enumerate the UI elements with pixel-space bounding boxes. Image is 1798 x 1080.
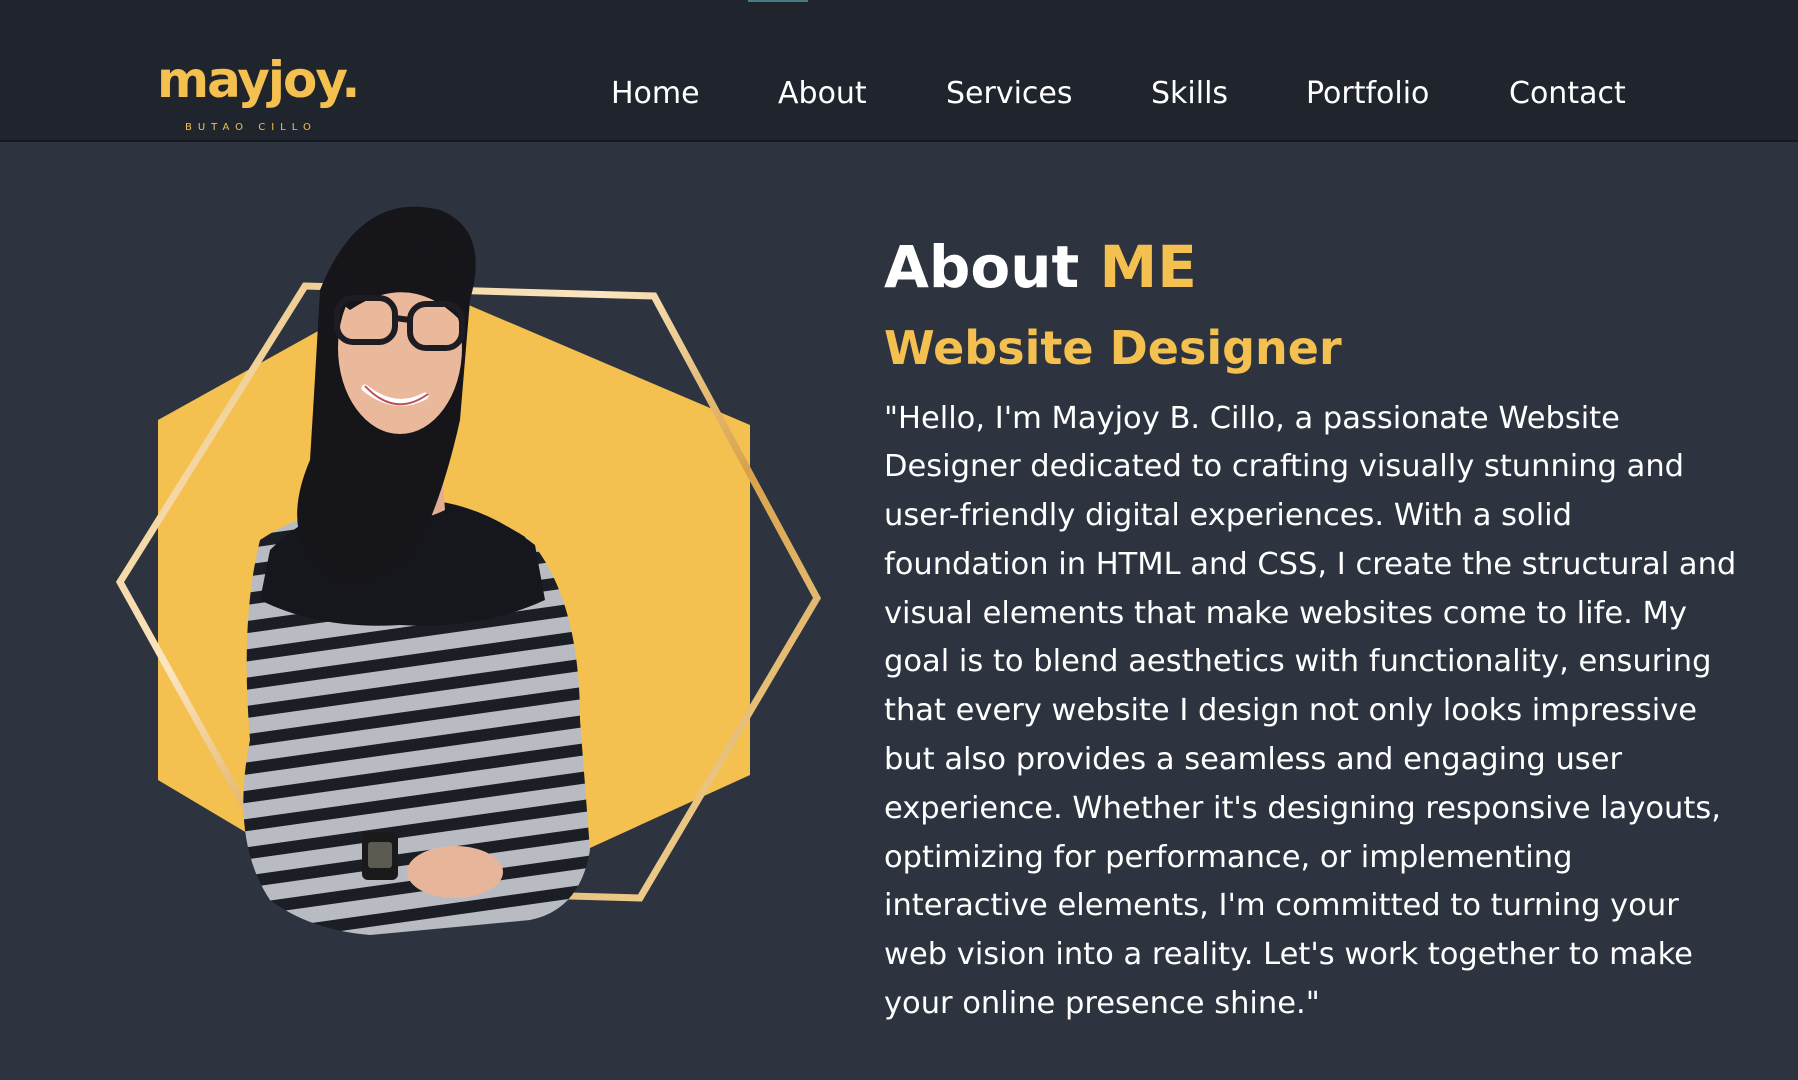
site-header: mayjoy. BUTAO CILLO Home About Services …: [0, 0, 1798, 142]
header-accent-line: [748, 0, 808, 2]
nav-contact[interactable]: Contact: [1509, 76, 1626, 112]
portrait-illustration: [115, 206, 822, 935]
about-paragraph: "Hello, I'm Mayjoy B. Cillo, a passionat…: [884, 400, 1737, 1022]
about-heading-prefix: About: [884, 232, 1080, 301]
logo-wordmark: mayjoy.: [157, 51, 360, 109]
profile-portrait: [110, 200, 830, 940]
logo-tagline: BUTAO CILLO: [185, 122, 317, 133]
about-subtitle: Website Designer: [884, 321, 1342, 376]
nav-about[interactable]: About: [778, 76, 867, 112]
person-hand: [407, 846, 503, 898]
nav-services[interactable]: Services: [946, 76, 1073, 112]
about-heading-accent: ME: [1099, 232, 1197, 301]
site-logo[interactable]: mayjoy. BUTAO CILLO: [157, 51, 360, 135]
nav-portfolio[interactable]: Portfolio: [1306, 76, 1429, 112]
nav-skills[interactable]: Skills: [1151, 76, 1228, 112]
about-heading: About ME: [884, 235, 1197, 299]
nav-home[interactable]: Home: [611, 76, 700, 112]
